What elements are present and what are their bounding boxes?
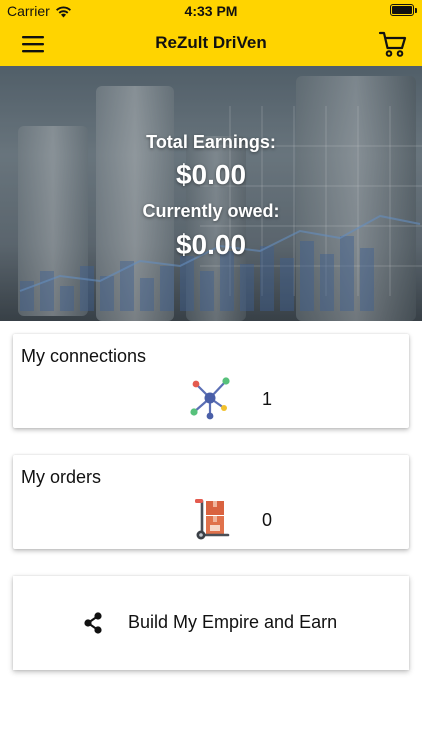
orders-title: My orders [21,467,102,487]
connections-count: 1 [262,389,273,409]
share-icon [84,612,102,634]
connections-title: My connections [21,346,147,366]
hand-truck-boxes-icon [195,499,230,540]
battery-icon [390,4,417,16]
connections-card[interactable]: My connections 1 [13,334,409,428]
orders-card[interactable]: My orders 0 [13,455,409,549]
total-earnings-label: Total Earnings: [146,132,276,152]
nav-title: ReZult DriVen [155,33,267,52]
network-connections-icon [190,377,230,420]
status-bar: Carrier 4:33 PM [0,0,422,22]
currently-owed-value: $0.00 [175,229,247,260]
nav-bar: ReZult DriVen [0,22,422,66]
hamburger-menu-icon[interactable] [21,33,45,55]
earnings-banner: Total Earnings: $0.00 Currently owed: $0… [0,66,422,321]
currently-owed-label: Currently owed: [142,201,280,221]
build-empire-button[interactable]: Build My Empire and Earn [13,576,409,670]
banner-overlay [0,66,422,321]
status-time: 4:33 PM [184,3,238,19]
orders-count: 0 [262,510,273,530]
build-empire-label: Build My Empire and Earn [128,612,338,632]
total-earnings-value: $0.00 [175,159,247,190]
shopping-cart-icon[interactable] [378,29,408,59]
